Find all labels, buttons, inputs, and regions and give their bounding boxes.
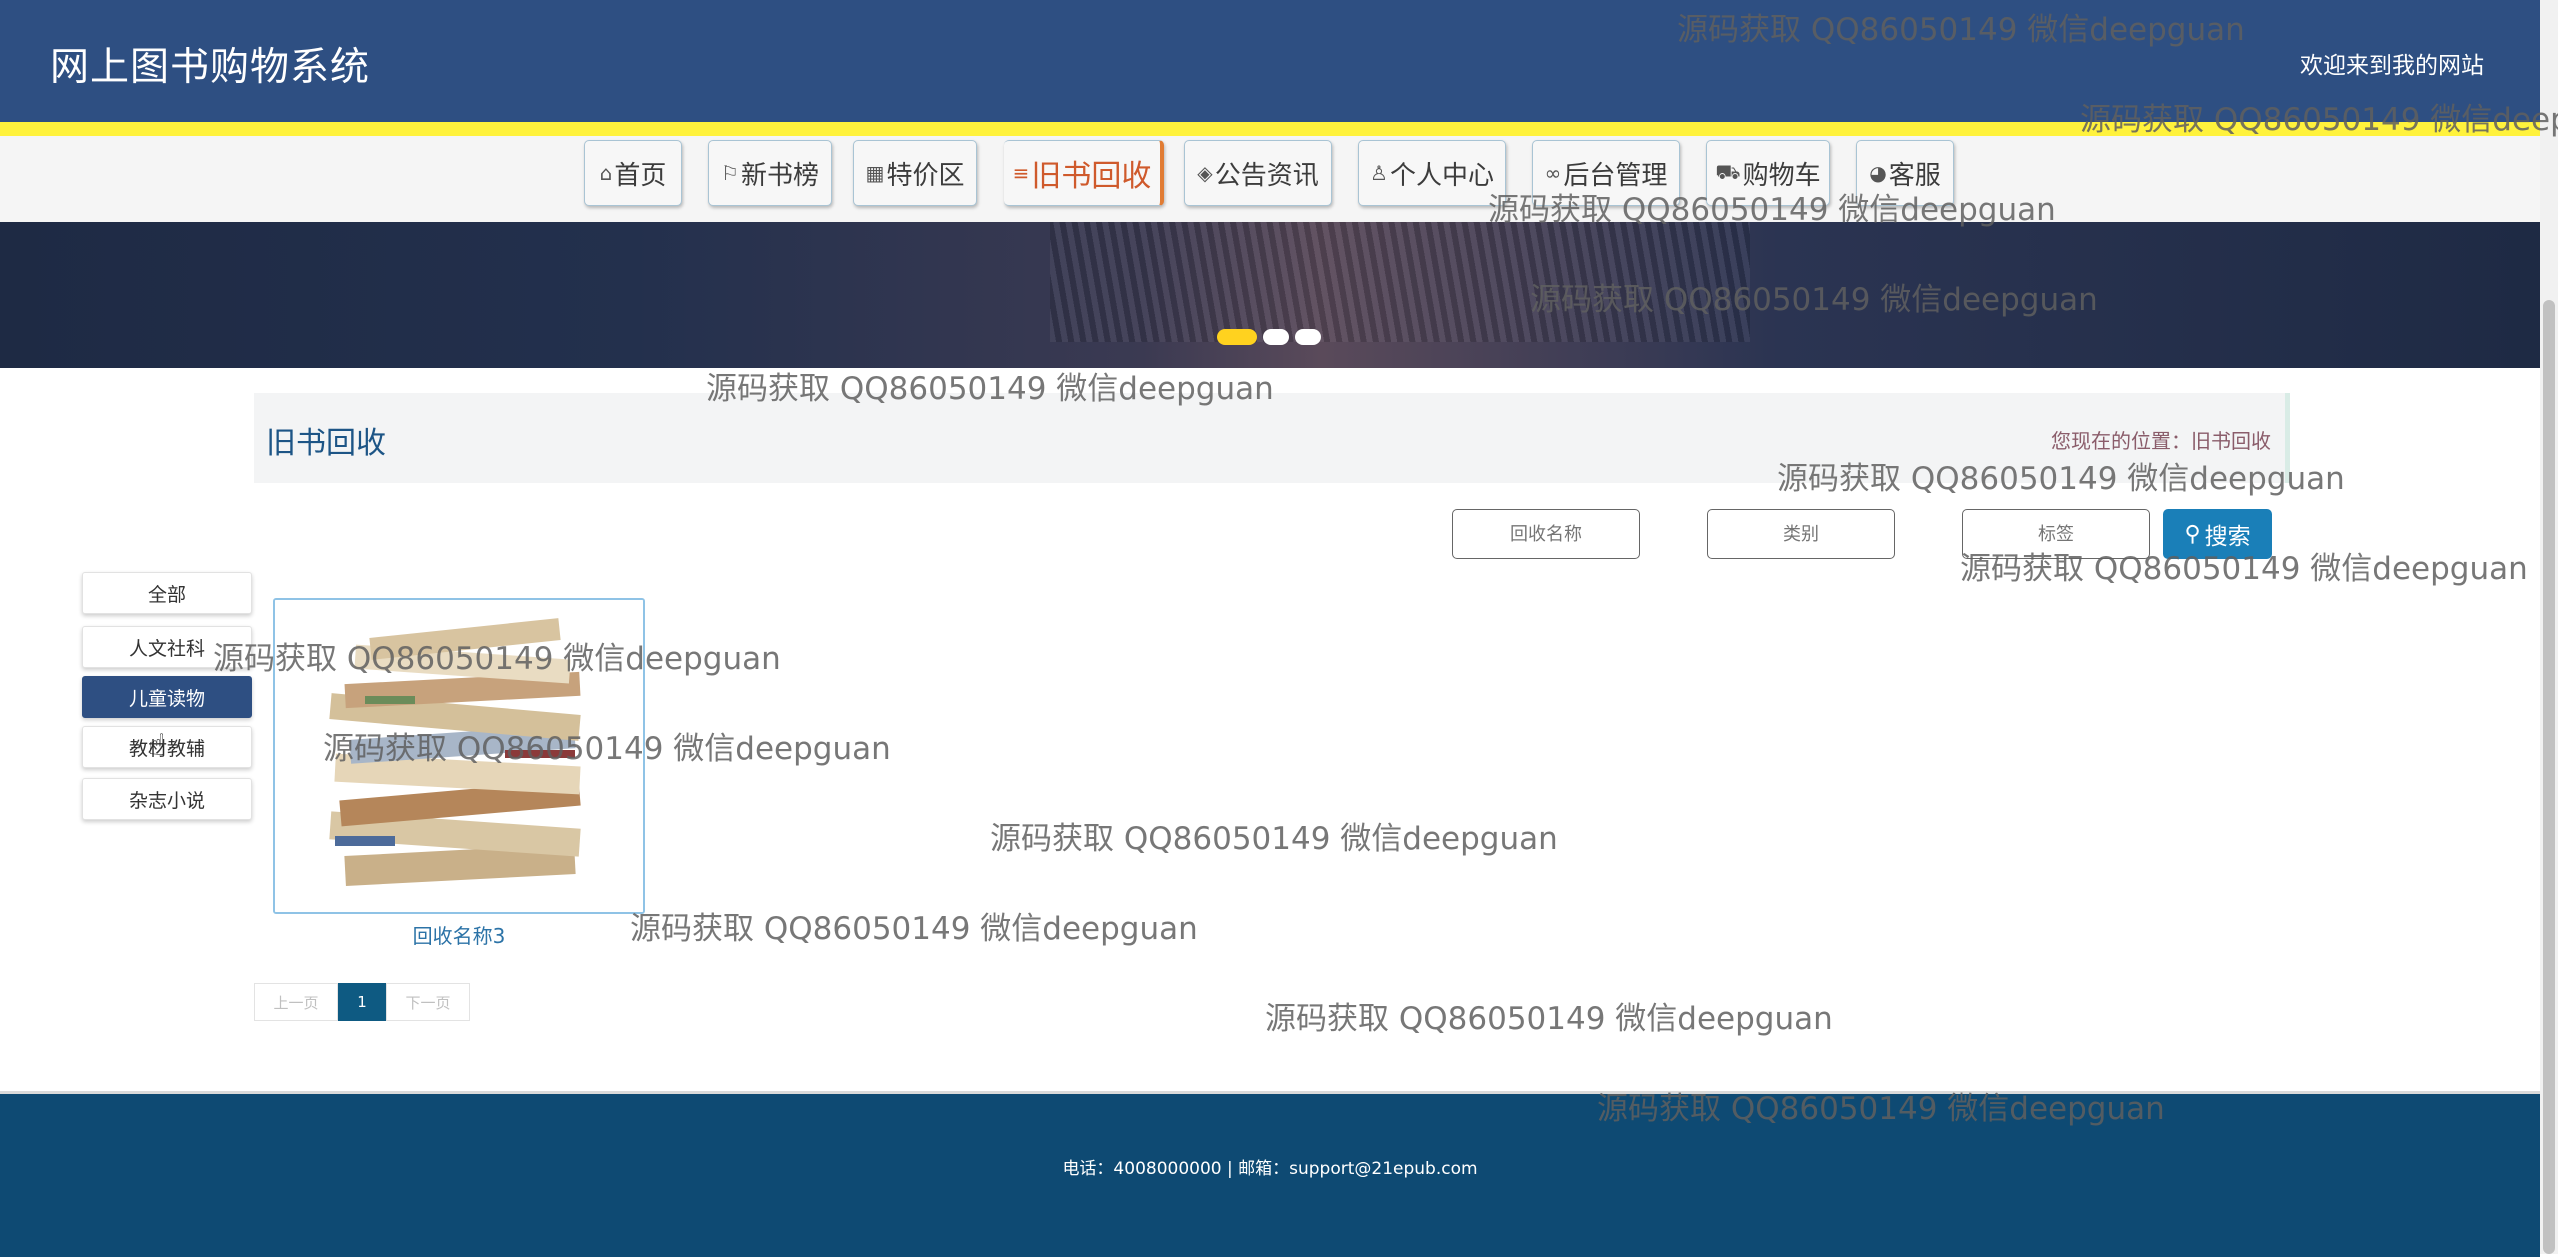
nav-label: 后台管理 [1563,160,1668,191]
search-category-input[interactable] [1707,509,1895,559]
watermark: 源码获取 QQ86050149 微信deepguan [1265,1001,1833,1037]
category-label: 杂志小说 [128,789,205,812]
nav-label: 购物车 [1742,160,1821,191]
banner-book-image [1050,222,1750,342]
nav-announcements[interactable]: ◈ 公告资讯 [1184,140,1332,206]
product-name-link[interactable]: 回收名称3 [273,920,645,949]
home-icon: ⌂ [599,161,613,185]
nav-special-offers[interactable]: ▦ 特价区 [853,140,977,206]
category-label: 教材教辅 [128,737,205,760]
nav-cart[interactable]: ⛟ 购物车 [1706,140,1830,206]
site-header: 网上图书购物系统 欢迎来到我的网站 [0,0,2540,122]
scrollbar-thumb[interactable] [2543,300,2555,1254]
breadcrumb: 您现在的位置：旧书回收 [2051,429,2271,453]
section-title-bar: 旧书回收 您现在的位置：旧书回收 [254,393,2290,483]
nav-label: 客服 [1888,160,1941,191]
category-magazines[interactable]: 杂志小说 [82,778,252,820]
pagination-next[interactable]: 下一页 [386,983,470,1021]
layers-icon: ◈ [1197,161,1213,185]
search-icon: ⚲ [2184,521,2201,547]
category-label: 儿童读物 [128,687,205,710]
pagination-prev[interactable]: 上一页 [254,983,338,1021]
category-all[interactable]: 全部 [82,572,252,614]
nav-label: 首页 [614,160,667,191]
nav-label: 公告资讯 [1214,160,1319,191]
nav-label: 特价区 [886,160,965,191]
banner-carousel [0,222,2540,368]
carousel-dot-2[interactable] [1263,329,1289,345]
link-icon: ∞ [1544,161,1562,185]
site-title: 网上图书购物系统 [50,45,371,90]
flag-icon: ⚐ [721,161,739,185]
nav-label: 新书榜 [740,160,819,191]
site-footer: 电话：4008000000 | 邮箱：support@21epub.com [0,1091,2540,1257]
watermark: 源码获取 QQ86050149 微信deepguan [630,911,1198,947]
nav-admin[interactable]: ∞ 后台管理 [1532,140,1680,206]
category-label: 人文社科 [128,637,205,660]
category-label: 全部 [147,583,186,606]
carousel-dot-3[interactable] [1295,329,1321,345]
chat-icon: ◕ [1869,161,1887,185]
nav-new-books[interactable]: ⚐ 新书榜 [708,140,832,206]
grid-icon: ▦ [865,161,885,185]
welcome-text: 欢迎来到我的网站 [2300,53,2484,79]
carousel-dot-1[interactable] [1217,329,1257,345]
search-name-input[interactable] [1452,509,1640,559]
nav-book-recycling[interactable]: ≡ 旧书回收 [1004,140,1164,206]
search-tag-input[interactable] [1962,509,2150,559]
search-button-label: 搜索 [2204,524,2251,550]
hand-cursor-icon: ☝ [148,728,167,763]
category-textbooks[interactable]: 教材教辅 [82,726,252,768]
sliders-icon: ≡ [1012,161,1030,185]
nav-home[interactable]: ⌂ 首页 [584,140,682,206]
category-children[interactable]: 儿童读物 [82,676,252,718]
pagination-page-1[interactable]: 1 [338,983,386,1021]
product-image-link[interactable] [273,598,645,914]
nav-personal-center[interactable]: ♙ 个人中心 [1358,140,1506,206]
header-accent-bar [0,122,2540,136]
category-humanities[interactable]: 人文社科 [82,626,252,668]
cart-icon: ⛟ [1715,159,1741,184]
footer-contact: 电话：4008000000 | 邮箱：support@21epub.com [1062,1159,1478,1179]
nav-label: 旧书回收 [1031,159,1152,194]
page-title: 旧书回收 [266,426,386,461]
vertical-scrollbar[interactable] [2540,0,2558,1254]
nav-customer-service[interactable]: ◕ 客服 [1856,140,1954,206]
nav-label: 个人中心 [1389,160,1494,191]
stack-of-books-image [275,600,643,912]
search-button[interactable]: ⚲ 搜索 [2163,509,2272,559]
watermark: 源码获取 QQ86050149 微信deepguan [990,821,1558,857]
user-icon: ♙ [1370,161,1388,185]
